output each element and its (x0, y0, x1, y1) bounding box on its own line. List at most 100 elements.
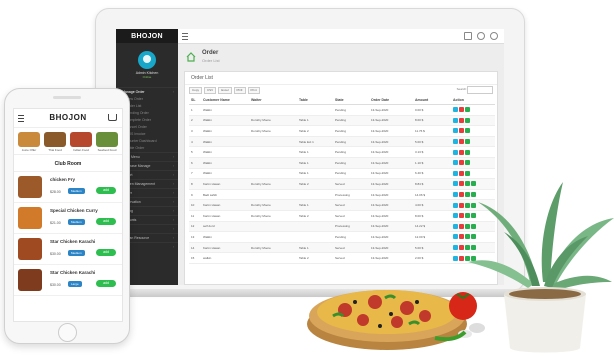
size-select[interactable]: Medium (68, 250, 85, 256)
table-row[interactable]: 1 Walkin Pending 13-Sep-2020 0.00 $ (189, 104, 495, 116)
copy-button[interactable]: Copy (189, 86, 203, 94)
column-header[interactable]: Order Date (369, 95, 413, 105)
cart-icon[interactable] (108, 114, 117, 121)
chevron-right-icon: › (172, 182, 174, 186)
column-header[interactable]: Customer Name (201, 95, 249, 105)
table-cell: 13-Sep-2020 (369, 168, 413, 180)
fullscreen-icon[interactable] (464, 32, 472, 40)
delete-icon[interactable] (459, 117, 464, 123)
menu-item[interactable]: Star Chicken Karachi $30.00 Medium add (14, 234, 122, 265)
view-icon[interactable] (453, 128, 458, 134)
view-icon[interactable] (453, 107, 458, 113)
section-title: Club Room (14, 154, 122, 172)
menu-item[interactable]: chicken Fry $28.00 Medium add (14, 172, 122, 203)
add-to-cart-button[interactable]: add (96, 249, 116, 256)
view-icon[interactable] (453, 245, 458, 251)
delete-icon[interactable] (459, 170, 464, 176)
category-card[interactable]: Seafood Food (95, 132, 119, 152)
settings-icon[interactable] (490, 32, 498, 40)
table-row[interactable]: 12 self dord Processing 13-Sep-2020 14.22 $ (189, 221, 495, 233)
category-card[interactable]: Thai Food (43, 132, 67, 152)
hamburger-menu-icon[interactable] (182, 33, 188, 40)
view-icon[interactable] (453, 117, 458, 123)
notification-icon[interactable] (477, 32, 485, 40)
phone-home-button[interactable] (58, 323, 77, 342)
column-header[interactable]: Amount (413, 95, 451, 105)
delete-icon[interactable] (459, 213, 464, 219)
csv-button[interactable]: CSV (204, 86, 217, 94)
delete-icon[interactable] (459, 107, 464, 113)
chevron-right-icon: › (172, 155, 174, 159)
view-icon[interactable] (453, 170, 458, 176)
view-icon[interactable] (453, 181, 458, 187)
table-cell: 8.84 $ (413, 178, 451, 190)
delete-icon[interactable] (459, 139, 464, 145)
delete-icon[interactable] (459, 192, 464, 198)
delete-icon[interactable] (459, 149, 464, 155)
column-header[interactable]: SL (189, 95, 201, 105)
table-cell: Table 2 (297, 178, 333, 190)
table-row[interactable]: 5 Walkin Table 1 Pending 13-Sep-2020 3.13 $ (189, 146, 495, 158)
item-price: $30.00 (50, 252, 61, 256)
view-icon[interactable] (453, 149, 458, 155)
size-select[interactable]: Medium (68, 219, 85, 225)
menu-item[interactable]: Special Chicken Curry $21.00 Medium add (14, 203, 122, 234)
excel-button[interactable]: Excel (218, 86, 232, 94)
table-cell: 13-Sep-2020 (369, 146, 413, 158)
table-row[interactable]: 14 Karim Hasan Dorothy Moore Table 1 Served 1… (189, 242, 495, 254)
column-header[interactable]: Waiter (249, 95, 297, 105)
edit-icon[interactable] (465, 170, 470, 176)
add-to-cart-button[interactable]: add (96, 280, 116, 287)
edit-icon[interactable] (465, 160, 470, 166)
delete-icon[interactable] (459, 160, 464, 166)
table-cell: Karim Hasan (201, 178, 249, 190)
table-row[interactable]: 9 Badi sahib Processing 13-Sep-2020 14.06 $ (189, 189, 495, 201)
view-icon[interactable] (453, 234, 458, 240)
view-icon[interactable] (453, 223, 458, 229)
action-cell (451, 104, 495, 116)
delete-icon[interactable] (459, 234, 464, 240)
size-select[interactable]: Medium (68, 188, 85, 194)
add-to-cart-button[interactable]: add (96, 187, 116, 194)
page-subtitle: Order List (202, 58, 220, 63)
view-icon[interactable] (453, 192, 458, 198)
delete-icon[interactable] (459, 223, 464, 229)
view-icon[interactable] (453, 160, 458, 166)
view-icon[interactable] (453, 213, 458, 219)
category-label: Indian Food (73, 148, 89, 152)
category-card[interactable]: Juice Offer (17, 132, 41, 152)
table-row[interactable]: 11 Karim Hasan Dorothy Moore Table 2 Served 1… (189, 210, 495, 222)
column-header[interactable]: Table (297, 95, 333, 105)
table-row[interactable]: 8 Karim Hasan Dorothy Moore Table 2 Served 13… (189, 178, 495, 190)
table-row[interactable]: 7 Walkin Table 1 Pending 13-Sep-2020 6.40 $ (189, 168, 495, 180)
edit-icon[interactable] (465, 139, 470, 145)
print-button[interactable]: Print (247, 86, 260, 94)
table-row[interactable]: 3 Walkin Dorothy Moore Table 2 Pending 13-Sep… (189, 125, 495, 137)
edit-icon[interactable] (465, 128, 470, 134)
edit-icon[interactable] (465, 107, 470, 113)
search-input[interactable] (467, 86, 493, 94)
table-cell: 13-Sep-2020 (369, 104, 413, 116)
view-icon[interactable] (453, 139, 458, 145)
category-card[interactable]: Indian Food (69, 132, 93, 152)
edit-icon[interactable] (465, 117, 470, 123)
column-header[interactable]: Action (451, 95, 495, 105)
view-icon[interactable] (453, 202, 458, 208)
table-row[interactable]: 2 Walkin Dorothy Moore Table 1 Pending 13-Sep… (189, 115, 495, 127)
table-row[interactable]: 10 Karim Hasan Dorothy Moore Table 1 Served 1… (189, 199, 495, 211)
delete-icon[interactable] (459, 181, 464, 187)
table-row[interactable]: 4 Walkin Table Ext 1 Pending 13-Sep-2020 5.00… (189, 136, 495, 148)
add-to-cart-button[interactable]: add (96, 218, 116, 225)
size-select[interactable]: Large (68, 281, 82, 287)
table-row[interactable]: 6 Walkin Table 1 Pending 13-Sep-2020 1.10 $ (189, 157, 495, 169)
table-row[interactable]: 13 Walkin Pending 13-Sep-2020 12.00 $ (189, 231, 495, 243)
delete-icon[interactable] (459, 128, 464, 134)
pdf-button[interactable]: PDF (233, 86, 246, 94)
column-header[interactable]: State (333, 95, 369, 105)
menu-item[interactable]: Star Chicken Karachi $30.00 Large add (14, 265, 122, 296)
item-name: chicken Fry (50, 177, 76, 182)
edit-icon[interactable] (465, 149, 470, 155)
avatar[interactable] (138, 51, 156, 69)
delete-icon[interactable] (459, 202, 464, 208)
delete-icon[interactable] (459, 245, 464, 251)
